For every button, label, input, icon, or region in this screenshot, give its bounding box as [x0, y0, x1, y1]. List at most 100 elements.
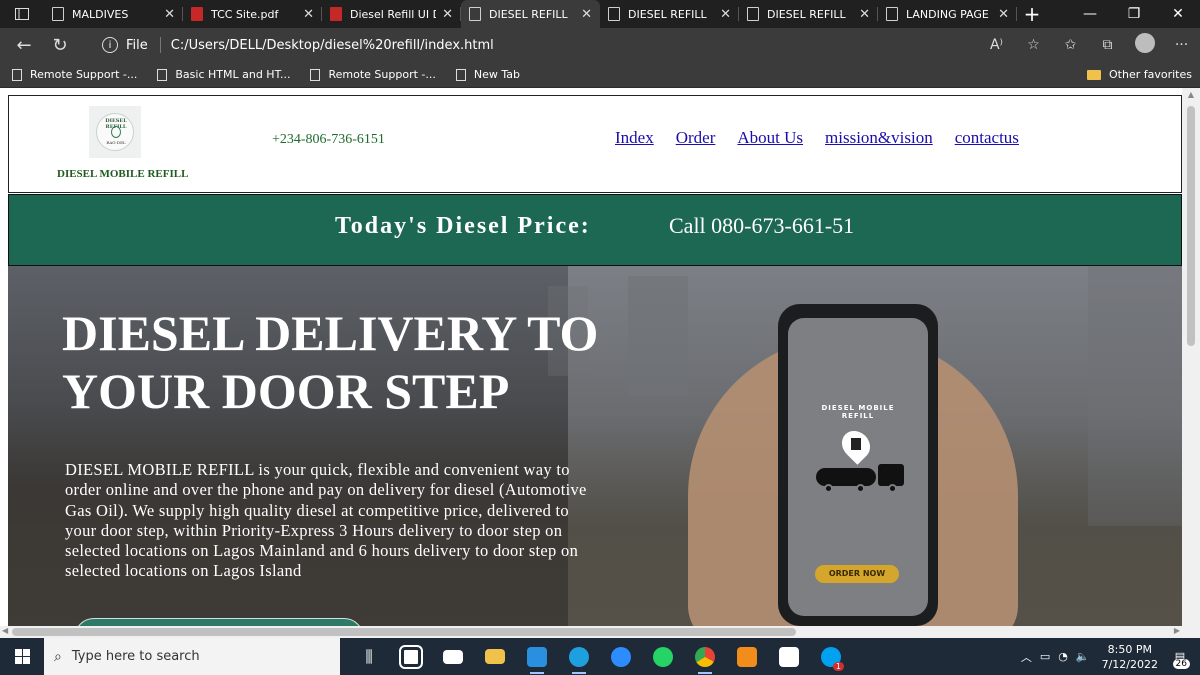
scroll-up-icon[interactable]: ▲ [1182, 88, 1200, 102]
address-bar-row: ← ↻ i File C:/Users/DELL/Desktop/diesel%… [0, 28, 1200, 62]
close-icon[interactable]: ✕ [859, 7, 870, 22]
favorites-icon[interactable]: ✩ [1052, 37, 1089, 53]
nav-link-about-us[interactable]: About Us [737, 128, 803, 148]
page-icon [12, 68, 22, 81]
skype-icon[interactable]: 1 [810, 638, 852, 675]
brand-name: DIESEL MOBILE REFILL [57, 168, 189, 180]
bookmark-item[interactable]: Remote Support -... [12, 68, 137, 81]
tab-landing-page[interactable]: LANDING PAGE ✕ [878, 0, 1017, 28]
close-icon[interactable]: ✕ [720, 7, 731, 22]
page-icon [52, 7, 64, 21]
clock[interactable]: 8:50 PM 7/12/2022 [1102, 642, 1158, 672]
scroll-thumb[interactable] [1187, 106, 1195, 346]
nav-link-index[interactable]: Index [615, 128, 654, 148]
vertical-scrollbar[interactable]: ▲ [1182, 88, 1200, 638]
chrome-icon[interactable] [684, 638, 726, 675]
scroll-left-icon[interactable]: ◀ [2, 626, 8, 635]
bookmark-item[interactable]: Remote Support -... [310, 68, 436, 81]
mail-icon[interactable] [432, 638, 474, 675]
bookmark-label: Basic HTML and HT... [175, 68, 291, 81]
more-menu-icon[interactable]: ··· [1163, 37, 1200, 53]
restore-icon[interactable]: ❐ [1112, 6, 1156, 22]
task-view-icon[interactable]: ⫼ [348, 638, 390, 675]
volume-icon[interactable]: 🔈 [1076, 650, 1090, 663]
edge-icon[interactable] [558, 638, 600, 675]
notification-count: 26 [1172, 658, 1190, 669]
close-icon[interactable]: ✕ [998, 7, 1009, 22]
nav-link-mission-vision[interactable]: mission&vision [825, 128, 933, 148]
price-title: Today's Diesel Price: [335, 213, 591, 239]
start-button[interactable] [0, 638, 44, 675]
price-call: Call 080-673-661-51 [669, 213, 855, 238]
tab-diesel-refill-3[interactable]: DIESEL REFILL ✕ [739, 0, 878, 28]
window-controls: — ❐ ✕ [1068, 6, 1200, 22]
tab-diesel-refill-2[interactable]: DIESEL REFILL ✕ [600, 0, 739, 28]
photos-icon[interactable] [768, 638, 810, 675]
tab-maldives[interactable]: MALDIVES ✕ [44, 0, 183, 28]
page-icon [469, 7, 481, 21]
nav-link-contactus[interactable]: contactus [955, 128, 1019, 148]
new-tab-button[interactable]: + [1017, 2, 1047, 26]
refresh-icon[interactable]: ↻ [42, 35, 78, 56]
bookmark-label: Remote Support -... [328, 68, 436, 81]
address-bar[interactable]: i File C:/Users/DELL/Desktop/diesel%20re… [92, 32, 1032, 58]
page-icon [310, 68, 321, 81]
info-icon[interactable]: i [102, 37, 118, 53]
tab-title: Diesel Refill UI De [350, 7, 436, 21]
sublime-icon[interactable] [726, 638, 768, 675]
site-header: DIESEL REFILL RAG-DEL DIESEL MOBILE REFI… [8, 95, 1182, 193]
collections-icon[interactable]: ⧉ [1089, 37, 1126, 53]
notification-center[interactable]: ▤ 26 [1166, 643, 1194, 671]
url-text[interactable]: C:/Users/DELL/Desktop/diesel%20refill/in… [171, 38, 494, 53]
scroll-thumb[interactable] [12, 628, 796, 636]
vscode-icon[interactable] [516, 638, 558, 675]
close-icon[interactable]: ✕ [303, 7, 314, 22]
page-icon [608, 7, 620, 21]
system-tray: ︿ ▭ ◔ 🔈 8:50 PM 7/12/2022 ▤ 26 [1017, 642, 1200, 672]
skype-badge: 1 [832, 662, 844, 671]
other-favorites[interactable]: Other favorites [1087, 68, 1192, 81]
tab-diesel-refill-active[interactable]: DIESEL REFILL ✕ [461, 0, 600, 28]
file-explorer-icon[interactable] [474, 638, 516, 675]
store-icon[interactable] [390, 638, 432, 675]
close-icon[interactable]: ✕ [442, 7, 453, 22]
close-icon[interactable]: ✕ [581, 7, 592, 22]
zoom-icon[interactable] [600, 638, 642, 675]
chevron-up-icon[interactable]: ︿ [1021, 649, 1032, 665]
nav-link-order[interactable]: Order [676, 128, 716, 148]
whatsapp-icon[interactable] [642, 638, 684, 675]
avatar [1134, 33, 1155, 53]
price-banner: Today's Diesel Price: Call 080-673-661-5… [8, 194, 1182, 266]
browser-tab-strip: MALDIVES ✕ TCC Site.pdf ✕ Diesel Refill … [0, 0, 1200, 28]
logo[interactable]: DIESEL REFILL RAG-DEL [89, 106, 141, 158]
taskbar-apps: ⫼ 1 [348, 638, 852, 675]
profile-button[interactable] [1126, 33, 1163, 57]
scroll-right-icon[interactable]: ▶ [1174, 626, 1180, 635]
tab-tcc-site-pdf[interactable]: TCC Site.pdf ✕ [183, 0, 322, 28]
favorite-add-icon[interactable]: ☆ [1015, 37, 1052, 53]
tab-diesel-refill-ui[interactable]: Diesel Refill UI De ✕ [322, 0, 461, 28]
back-icon[interactable]: ← [6, 35, 42, 56]
battery-icon[interactable]: ▭ [1040, 650, 1050, 663]
windows-logo-icon [14, 649, 30, 664]
close-icon[interactable]: ✕ [164, 7, 175, 22]
bookmarks-bar: Remote Support -... Basic HTML and HT...… [0, 62, 1200, 88]
wifi-icon[interactable]: ◔ [1058, 650, 1068, 663]
search-placeholder: Type here to search [71, 649, 200, 664]
bookmark-label: New Tab [473, 68, 520, 81]
page-icon [886, 7, 898, 21]
horizontal-scrollbar[interactable]: ◀ ▶ [0, 626, 1200, 638]
tab-title: TCC Site.pdf [211, 7, 279, 21]
tab-actions-button[interactable] [0, 0, 44, 28]
main-nav: Index Order About Us mission&vision cont… [615, 128, 1019, 148]
close-window-icon[interactable]: ✕ [1156, 6, 1200, 22]
minimize-icon[interactable]: — [1068, 6, 1112, 22]
bookmark-item[interactable]: New Tab [455, 68, 520, 81]
folder-icon [1087, 69, 1102, 80]
tab-title: MALDIVES [72, 7, 129, 21]
bookmark-item[interactable]: Basic HTML and HT... [157, 68, 290, 81]
read-aloud-icon[interactable]: A⁾ [978, 37, 1015, 53]
fuel-pump-icon [851, 438, 861, 450]
taskbar-search[interactable]: ⌕ Type here to search [44, 638, 340, 675]
phone-order-now-button: ORDER NOW [815, 565, 899, 583]
